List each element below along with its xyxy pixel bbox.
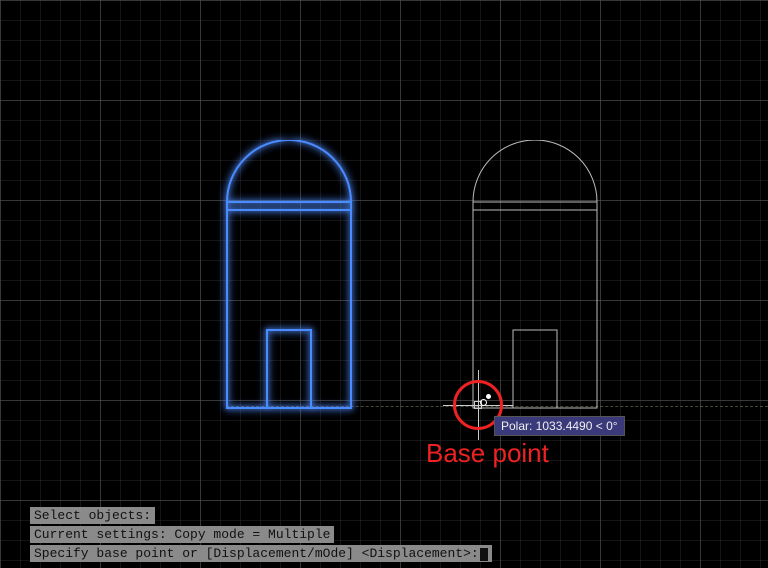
selected-object[interactable] [226, 140, 352, 410]
command-history-line: Current settings: Copy mode = Multiple [30, 526, 334, 543]
polar-tooltip: Polar: 1033.4490 < 0° [494, 416, 625, 436]
annotation-label: Base point [426, 438, 549, 469]
command-prompt-line[interactable]: Specify base point or [Displacement/mOde… [30, 545, 492, 562]
text-cursor [480, 548, 488, 561]
command-prompt-text: Specify base point or [Displacement/mOde… [34, 546, 479, 561]
copy-preview-object [472, 140, 598, 410]
grid-major [0, 0, 768, 568]
drawing-canvas[interactable]: Base point Polar: 1033.4490 < 0° [0, 0, 768, 568]
command-line-area[interactable]: Select objects: Current settings: Copy m… [30, 507, 492, 562]
command-history-line: Select objects: [30, 507, 155, 524]
